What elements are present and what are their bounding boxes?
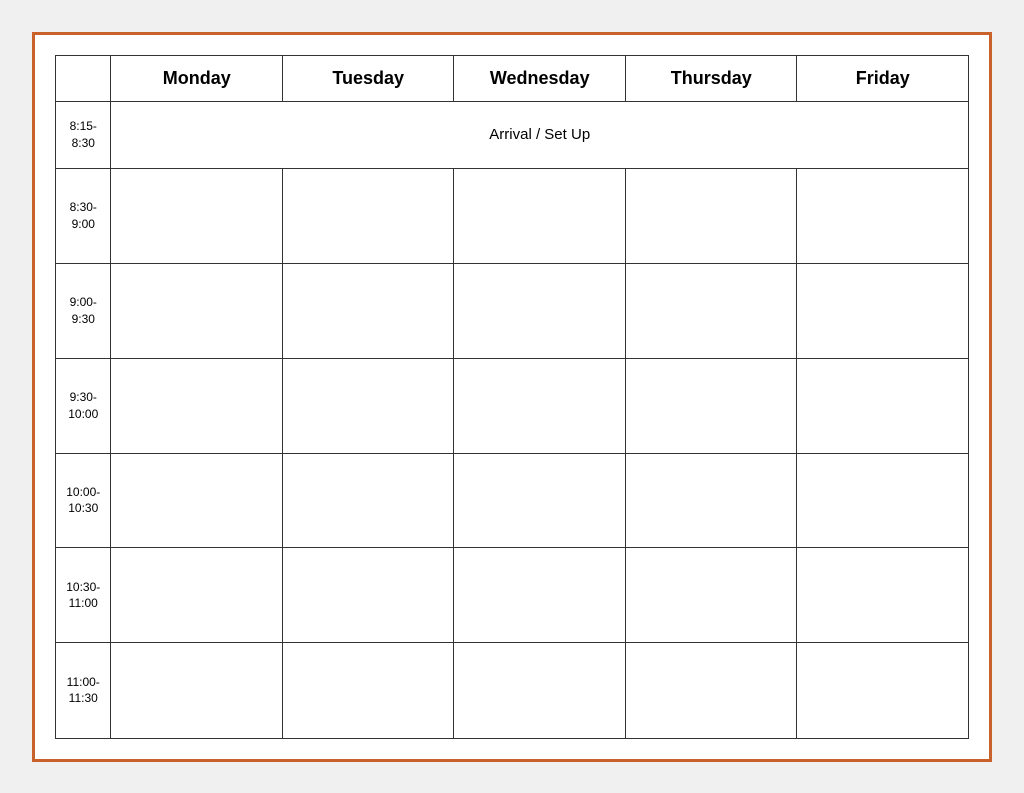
calendar-table: Monday Tuesday Wednesday Thursday Friday…: [55, 55, 969, 739]
time-cell: 9:00- 9:30: [56, 263, 111, 358]
table-row: 10:00- 10:30: [56, 453, 969, 548]
day-cell[interactable]: [111, 548, 283, 643]
header-friday: Friday: [797, 55, 969, 101]
day-cell[interactable]: [111, 643, 283, 738]
table-row: 9:00- 9:30: [56, 263, 969, 358]
day-cell[interactable]: [282, 453, 454, 548]
day-cell[interactable]: [625, 263, 797, 358]
day-cell[interactable]: [282, 643, 454, 738]
table-row: 10:30- 11:00: [56, 548, 969, 643]
header-thursday: Thursday: [625, 55, 797, 101]
table-row: 11:00- 11:30: [56, 643, 969, 738]
day-cell[interactable]: [282, 263, 454, 358]
page-container: Monday Tuesday Wednesday Thursday Friday…: [32, 32, 992, 762]
day-cell[interactable]: [797, 358, 969, 453]
header-time-col: [56, 55, 111, 101]
day-cell[interactable]: [282, 548, 454, 643]
day-cell[interactable]: [454, 643, 626, 738]
day-cell[interactable]: [111, 453, 283, 548]
table-row: 9:30- 10:00: [56, 358, 969, 453]
day-cell[interactable]: [111, 168, 283, 263]
day-cell[interactable]: [454, 358, 626, 453]
time-cell: 8:15- 8:30: [56, 101, 111, 168]
day-cell[interactable]: [454, 168, 626, 263]
time-cell: 9:30- 10:00: [56, 358, 111, 453]
day-cell[interactable]: [625, 168, 797, 263]
arrival-cell: Arrival / Set Up: [111, 101, 969, 168]
day-cell[interactable]: [797, 263, 969, 358]
day-cell[interactable]: [111, 358, 283, 453]
day-cell[interactable]: [797, 453, 969, 548]
day-cell[interactable]: [797, 643, 969, 738]
day-cell[interactable]: [282, 168, 454, 263]
day-cell[interactable]: [282, 358, 454, 453]
day-cell[interactable]: [625, 643, 797, 738]
day-cell[interactable]: [111, 263, 283, 358]
day-cell[interactable]: [454, 263, 626, 358]
time-cell: 8:30- 9:00: [56, 168, 111, 263]
day-cell[interactable]: [625, 358, 797, 453]
day-cell[interactable]: [454, 548, 626, 643]
day-cell[interactable]: [625, 453, 797, 548]
header-tuesday: Tuesday: [282, 55, 454, 101]
day-cell[interactable]: [797, 168, 969, 263]
time-cell: 10:00- 10:30: [56, 453, 111, 548]
day-cell[interactable]: [454, 453, 626, 548]
day-cell[interactable]: [625, 548, 797, 643]
time-cell: 11:00- 11:30: [56, 643, 111, 738]
table-row: 8:30- 9:00: [56, 168, 969, 263]
header-wednesday: Wednesday: [454, 55, 626, 101]
header-monday: Monday: [111, 55, 283, 101]
table-row: 8:15- 8:30Arrival / Set Up: [56, 101, 969, 168]
time-cell: 10:30- 11:00: [56, 548, 111, 643]
day-cell[interactable]: [797, 548, 969, 643]
